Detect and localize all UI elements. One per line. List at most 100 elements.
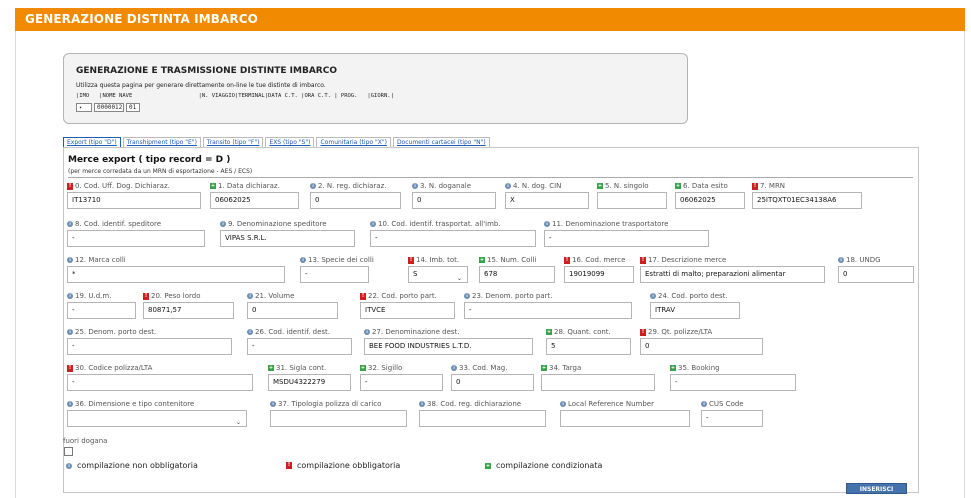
field-36-label: 36. Dimensione e tipo contenitore (75, 400, 195, 408)
legend-conditional-label: compilazione condizionata (496, 461, 603, 470)
field-37-label: 37. Tipologia polizza di carico (278, 400, 382, 408)
field-1-input[interactable]: 06062025 (210, 192, 299, 209)
imo-select[interactable]: ▾ (76, 103, 92, 112)
info-circle-icon: i (451, 365, 457, 371)
field-19-input[interactable]: - (67, 302, 136, 319)
nome-nave-code-field[interactable]: 0000012 (94, 103, 124, 112)
chevron-down-icon: ⌄ (456, 275, 462, 282)
fuori-dogana-checkbox[interactable] (64, 447, 73, 456)
chevron-down-icon: ⌄ (235, 419, 241, 426)
field-4-input[interactable]: X (505, 192, 589, 209)
field-7-input[interactable]: 25ITQXT01EC34138A6 (752, 192, 862, 209)
field-8-input[interactable]: - (67, 230, 205, 247)
field-25-input[interactable]: - (67, 338, 232, 355)
exclamation-icon: ! (640, 328, 646, 336)
info-circle-icon: i (412, 183, 418, 189)
field-3-input[interactable]: 0 (412, 192, 496, 209)
field-30-label: 30. Codice polizza/LTA (75, 364, 153, 372)
field-26-input[interactable]: - (247, 338, 352, 355)
field-14-value: S (413, 270, 418, 278)
info-circle-icon: i (300, 257, 306, 263)
plus-square-icon: + (670, 365, 676, 371)
panel-title: GENERAZIONE E TRASMISSIONE DISTINTE IMBA… (76, 66, 337, 76)
field-31-input[interactable]: MSDU4322279 (268, 374, 351, 391)
field-21-input[interactable]: 0 (247, 302, 338, 319)
field-0-input[interactable]: IT13710 (67, 192, 201, 209)
info-circle-icon: i (838, 257, 844, 263)
nome-nave-suffix-field[interactable]: 01 (126, 103, 140, 112)
field-23-label: 23. Denom. porto part. (472, 292, 553, 300)
field-21-label: 21. Volume (255, 292, 295, 300)
field-23-input[interactable]: - (464, 302, 632, 319)
info-circle-icon: i (247, 293, 253, 299)
field-28-label: 28. Quant. cont. (554, 328, 611, 336)
field-24-label: 24. Cod. porto dest. (658, 292, 728, 300)
field-37-input[interactable] (270, 410, 407, 427)
field-34-input[interactable] (541, 374, 655, 391)
vessel-header-columns: |IMO |NOME NAVE |N. VIAGGIO|TERMINAL|DAT… (76, 93, 394, 99)
chevron-down-icon: ▾ (79, 105, 83, 111)
field-11-input[interactable]: - (544, 230, 709, 247)
field-22-label: 22. Cod. porto part. (368, 292, 437, 300)
field-33-input[interactable]: 0 (451, 374, 534, 391)
field-16-input[interactable]: 19019099 (564, 266, 634, 283)
field-6-label: 6. Data esito (683, 182, 728, 190)
info-circle-icon: i (370, 221, 376, 227)
field-8-label: 8. Cod. identif. speditore (75, 220, 162, 228)
field-7-label: 7. MRN (760, 182, 786, 190)
field-27-label: 27. Denominazione dest. (372, 328, 460, 336)
field-20-input[interactable]: 80871,57 (143, 302, 234, 319)
field-6-input[interactable]: 06062025 (675, 192, 745, 209)
field-24-input[interactable]: ITRAV (650, 302, 740, 319)
field-14-label: 14. Imb. tot. (416, 256, 460, 264)
field-28-input[interactable]: 5 (546, 338, 631, 355)
field-18-input[interactable]: 0 (838, 266, 914, 283)
section-subtitle: (per merce corredata da un MRN di esport… (68, 168, 253, 175)
exclamation-icon: ! (143, 292, 149, 300)
info-circle-icon: i (560, 401, 566, 407)
page-banner: GENERAZIONE DISTINTA IMBARCO (15, 8, 965, 31)
info-circle-icon: i (701, 401, 707, 407)
field-14-select[interactable]: S ⌄ (408, 266, 468, 283)
info-circle-icon: i (464, 293, 470, 299)
plus-square-icon: + (597, 183, 603, 189)
field-35-input[interactable]: - (670, 374, 796, 391)
field-2-input[interactable]: 0 (310, 192, 401, 209)
info-circle-icon: i (66, 462, 72, 469)
field-38-input[interactable] (419, 410, 546, 427)
field-25-label: 25. Denom. porto dest. (75, 328, 157, 336)
field-local-reference-input[interactable] (560, 410, 690, 427)
field-12-input[interactable]: * (67, 266, 285, 283)
plus-square-icon: + (485, 462, 491, 469)
legend-required: ! compilazione obbligatoria (286, 461, 400, 470)
info-circle-icon: i (270, 401, 276, 407)
field-33-label: 33. Cod. Mag. (459, 364, 508, 372)
field-35-label: 35. Booking (678, 364, 720, 372)
field-15-input[interactable]: 678 (479, 266, 555, 283)
info-circle-icon: i (67, 221, 73, 227)
field-9-input[interactable]: VIPAS S.R.L. (220, 230, 355, 247)
field-30-input[interactable]: - (67, 374, 253, 391)
field-13-input[interactable]: - (300, 266, 369, 283)
field-17-input[interactable]: Estratti di malto; preparazioni alimenta… (640, 266, 825, 283)
field-27-input[interactable]: BEE FOOD INDUSTRIES L.T.D. (364, 338, 533, 355)
field-29-input[interactable]: 0 (640, 338, 763, 355)
field-11-label: 11. Denominazione trasportatore (552, 220, 669, 228)
fuori-dogana-label: fuori dogana (63, 437, 108, 445)
info-circle-icon: i (220, 221, 226, 227)
exclamation-icon: ! (408, 256, 414, 264)
field-20-label: 20. Peso lordo (151, 292, 201, 300)
vessel-header-panel: GENERAZIONE E TRASMISSIONE DISTINTE IMBA… (63, 53, 688, 124)
field-5-input[interactable] (597, 192, 667, 209)
insert-button[interactable]: INSERISCI (846, 483, 907, 494)
field-18-label: 18. UNDG (846, 256, 881, 264)
field-10-input[interactable]: - (370, 230, 536, 247)
panel-description: Utilizza questa pagina per generare dire… (76, 82, 326, 89)
field-1-label: 1. Data dichiaraz. (218, 182, 280, 190)
field-22-input[interactable]: ITVCE (360, 302, 455, 319)
field-3-label: 3. N. doganale (420, 182, 472, 190)
field-36-select[interactable]: ⌄ (67, 410, 247, 427)
plus-square-icon: + (268, 365, 274, 371)
field-cus-code-input[interactable]: - (701, 410, 763, 427)
field-32-input[interactable]: - (360, 374, 443, 391)
